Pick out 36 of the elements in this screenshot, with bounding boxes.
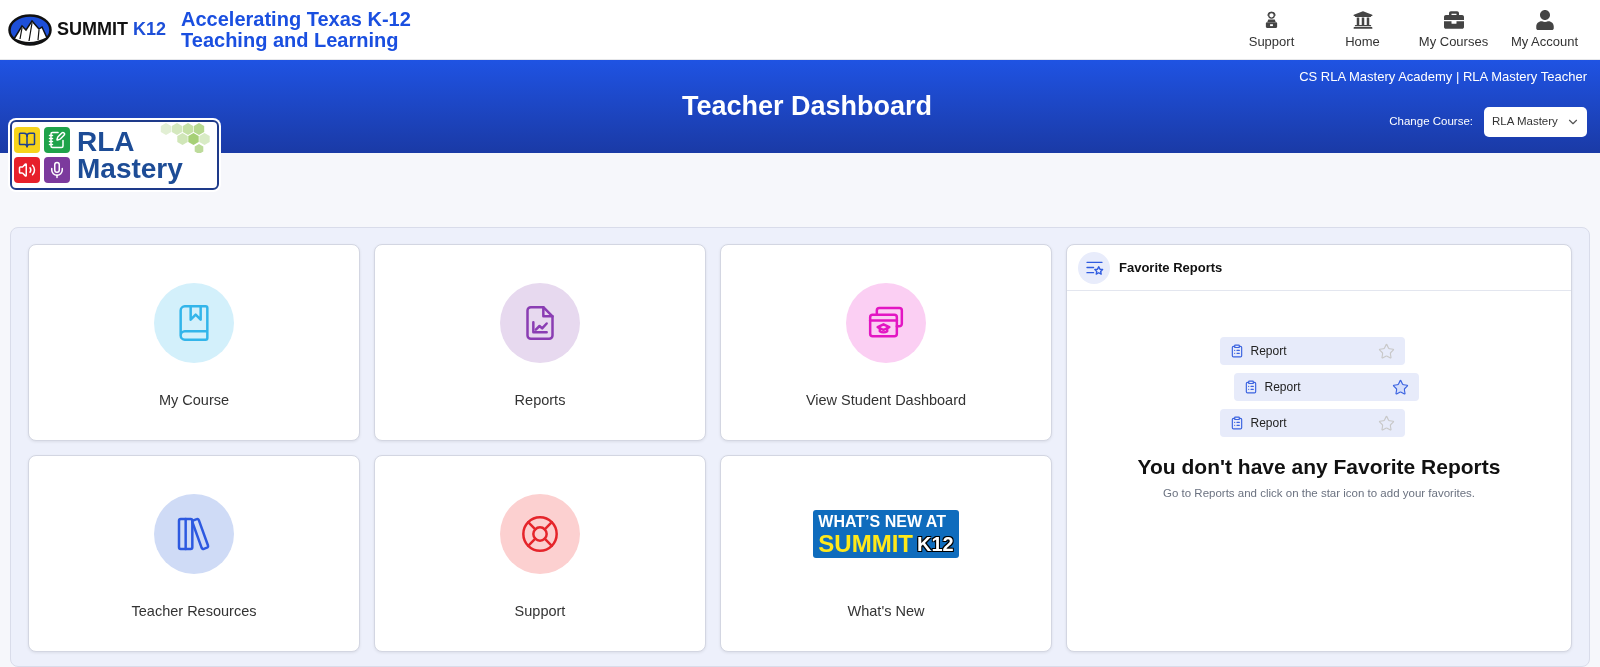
person-laptop-icon [1264,9,1279,30]
empty-state-message: Go to Reports and click on the star icon to add your favorites. [1163,486,1475,501]
speaker-tile-icon [14,157,40,183]
page-title: Teacher Dashboard [680,90,933,124]
dashboard-tile[interactable]: Reports [374,244,706,441]
nav-link[interactable]: Support [1226,9,1317,50]
bank-icon [1352,9,1373,30]
course-logo-title: RLA Mastery [77,128,183,182]
brand-name: SUMMIT K12 [57,18,167,41]
briefcase-icon [1443,9,1464,30]
user-info: CS RLA Mastery Academy | RLA Mastery Teacher [1299,68,1587,86]
report-label: Report [1250,415,1287,432]
empty-state-heading: You don't have any Favorite Reports [1137,454,1501,480]
dashboard-tile[interactable]: View Student Dashboard [720,244,1052,441]
whats-new-banner: WHAT’S NEW AT SUMMIT K12 [813,510,959,558]
clipboard-icon [1229,344,1244,358]
report-label: Report [1264,379,1301,396]
nav-link[interactable]: Home [1317,9,1408,50]
course-select[interactable]: RLA Mastery [1484,107,1587,137]
clipboard-icon [1243,380,1258,394]
mountain-logo-icon [8,13,52,46]
panel-title: Favorite Reports [1119,258,1223,277]
dashboard-tile[interactable]: My Course [28,244,360,441]
dashboard-tile[interactable]: WHAT’S NEW AT SUMMIT K12 What's New [720,455,1052,652]
nav-link[interactable]: My Account [1499,9,1590,50]
dashboard-tile[interactable]: Support [374,455,706,652]
clipboard-icon [1229,416,1244,430]
nav-link[interactable]: My Courses [1408,9,1499,50]
user-icon [1534,9,1555,30]
report-label: Report [1250,343,1287,360]
open-book-tile-icon [14,127,40,153]
change-course-label: Change Course: [1389,114,1473,130]
microphone-tile-icon [44,157,70,183]
dashboard-tile[interactable]: Teacher Resources [28,455,360,652]
notepad-tile-icon [44,127,70,153]
tagline: Accelerating Texas K-12 Teaching and Learning [181,8,411,51]
